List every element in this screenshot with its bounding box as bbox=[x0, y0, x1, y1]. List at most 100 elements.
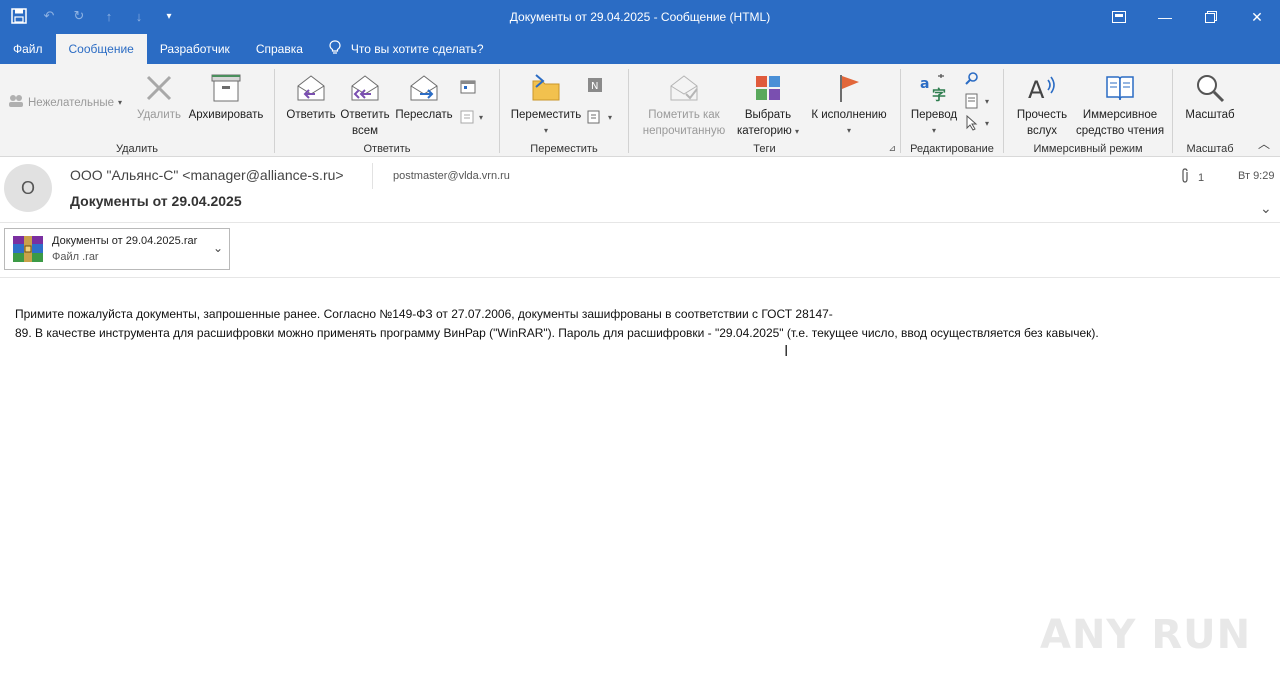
ribbon-display-options-icon[interactable] bbox=[1096, 0, 1142, 34]
followup-button[interactable]: К исполнению ▾ bbox=[805, 72, 893, 139]
immersive-reader-label-2: средство чтения bbox=[1075, 125, 1165, 137]
group-delete: Нежелательные ▾ Удалить Архивировать Уда… bbox=[0, 64, 274, 157]
read-aloud-icon: A bbox=[1026, 72, 1058, 104]
tell-me-search[interactable]: Что вы хотите сделать? bbox=[316, 34, 497, 64]
message-body: Примите пожалуйста документы, запрошенны… bbox=[15, 305, 1255, 343]
chevron-down-icon: ▾ bbox=[985, 97, 990, 106]
attachment-type: Файл .rar bbox=[52, 251, 99, 263]
meeting-reply-icon[interactable] bbox=[459, 78, 477, 96]
group-label-immersive: Иммерсивный режим bbox=[1033, 143, 1143, 155]
categorize-label-2: категорию ▾ bbox=[737, 125, 799, 137]
minimize-icon[interactable]: — bbox=[1142, 0, 1188, 34]
paperclip-icon bbox=[1180, 168, 1190, 187]
flag-icon bbox=[833, 72, 865, 104]
collapse-ribbon-icon[interactable]: ︿ bbox=[1258, 135, 1270, 152]
close-icon[interactable]: ✕ bbox=[1234, 0, 1280, 34]
group-label-zoom: Масштаб bbox=[1186, 143, 1234, 155]
forward-icon bbox=[408, 72, 440, 104]
group-label-delete: Удалить bbox=[116, 143, 158, 155]
delete-button[interactable]: Удалить bbox=[134, 72, 184, 123]
reply-icon bbox=[295, 72, 327, 104]
forward-button[interactable]: Переслать bbox=[393, 72, 455, 123]
translate-icon: a字 bbox=[918, 72, 950, 104]
tab-help[interactable]: Справка bbox=[243, 34, 316, 64]
lightbulb-icon bbox=[329, 40, 341, 58]
group-label-move: Переместить bbox=[530, 143, 598, 155]
avatar: O bbox=[4, 164, 52, 212]
window-controls: — ✕ bbox=[1096, 0, 1280, 34]
divider bbox=[0, 277, 1280, 278]
attachment-count-value: 1 bbox=[1198, 171, 1205, 184]
attachment-count: 1 bbox=[1180, 168, 1204, 187]
immersive-reader-button[interactable]: Иммерсивное средство чтения bbox=[1072, 72, 1168, 139]
body-line: 89. В качестве инструмента для расшифров… bbox=[15, 326, 1099, 340]
group-immersive: A Прочесть вслух Иммерсивное средство чт… bbox=[1004, 64, 1172, 157]
group-tags: Пометить как непрочитанную Выбрать катег… bbox=[629, 64, 900, 157]
read-aloud-label-1: Прочесть bbox=[1016, 109, 1068, 121]
zoom-label: Масштаб bbox=[1185, 109, 1235, 121]
svg-text:A: A bbox=[1028, 76, 1045, 104]
archive-label: Архивировать bbox=[188, 109, 264, 121]
tab-file[interactable]: Файл bbox=[0, 34, 56, 64]
window-title: Документы от 29.04.2025 - Сообщение (HTM… bbox=[509, 10, 771, 24]
move-button[interactable]: Переместить ▾ bbox=[506, 72, 586, 139]
immersive-reader-icon bbox=[1104, 72, 1136, 104]
expand-header-icon[interactable]: ⌄ bbox=[1260, 200, 1272, 217]
chevron-down-icon: ▾ bbox=[479, 113, 484, 122]
translate-button[interactable]: a字 Перевод ▾ bbox=[907, 72, 961, 139]
mark-unread-button[interactable]: Пометить как непрочитанную bbox=[637, 72, 731, 139]
forward-label: Переслать bbox=[395, 109, 453, 121]
chevron-down-icon: ▾ bbox=[985, 119, 990, 128]
more-respond-icon[interactable] bbox=[459, 108, 477, 126]
find-icon[interactable] bbox=[963, 70, 981, 88]
restore-icon[interactable] bbox=[1188, 0, 1234, 34]
categorize-button[interactable]: Выбрать категорию ▾ bbox=[731, 72, 805, 140]
folder-move-icon bbox=[530, 72, 562, 104]
group-label-tags: Теги bbox=[753, 143, 776, 155]
chevron-down-icon: ▾ bbox=[931, 126, 936, 135]
group-label-respond: Ответить bbox=[363, 143, 411, 155]
read-aloud-button[interactable]: A Прочесть вслух bbox=[1010, 72, 1074, 139]
chevron-down-icon[interactable]: ⌄ bbox=[213, 241, 223, 255]
junk-button[interactable]: Нежелательные ▾ bbox=[8, 94, 122, 111]
reply-all-icon bbox=[349, 72, 381, 104]
translate-label: Перевод bbox=[910, 109, 958, 121]
group-zoom: Масштаб Масштаб bbox=[1173, 64, 1247, 157]
categorize-icon bbox=[752, 72, 784, 104]
reply-all-label-2: всем bbox=[351, 125, 379, 137]
divider bbox=[0, 222, 1280, 223]
text-cursor-icon: I bbox=[784, 343, 789, 360]
group-editing: a字 Перевод ▾ ▾ ▾ Редактирование bbox=[901, 64, 1003, 157]
received-time: Вт 9:29 bbox=[1238, 170, 1275, 182]
sender[interactable]: ООО "Альянс-С" <manager@alliance-s.ru> bbox=[70, 167, 344, 183]
archive-icon bbox=[210, 72, 242, 104]
title-bar: ↶ ↻ ↑ ↓ ▾ Документы от 29.04.2025 - Сооб… bbox=[0, 0, 1280, 34]
immersive-reader-label-1: Иммерсивное bbox=[1082, 109, 1158, 121]
body-line: Примите пожалуйста документы, запрошенны… bbox=[15, 307, 833, 321]
winrar-archive-icon bbox=[10, 234, 46, 264]
ribbon-tabs: Файл Сообщение Разработчик Справка Что в… bbox=[0, 34, 1280, 64]
group-respond: Ответить Ответить всем Переслать ▾ Ответ… bbox=[275, 64, 499, 157]
group-label-editing: Редактирование bbox=[910, 143, 994, 155]
watermark: ANY RUN bbox=[1040, 612, 1252, 658]
delete-icon bbox=[143, 72, 175, 104]
mark-unread-icon bbox=[668, 72, 700, 104]
tell-me-label: Что вы хотите сделать? bbox=[350, 42, 484, 56]
reply-button[interactable]: Ответить bbox=[283, 72, 339, 123]
categorize-label-1: Выбрать bbox=[744, 109, 792, 121]
reply-all-button[interactable]: Ответить всем bbox=[337, 72, 393, 139]
followup-label: К исполнению bbox=[811, 109, 887, 121]
recipient[interactable]: postmaster@vlda.vrn.ru bbox=[372, 163, 510, 189]
chevron-down-icon: ▾ bbox=[543, 126, 548, 135]
select-icon[interactable] bbox=[963, 114, 981, 132]
archive-button[interactable]: Архивировать bbox=[184, 72, 268, 123]
related-icon[interactable] bbox=[963, 92, 981, 110]
zoom-button[interactable]: Масштаб bbox=[1179, 72, 1241, 123]
group-move: Переместить ▾ N ▾ Переместить bbox=[500, 64, 628, 157]
tab-message[interactable]: Сообщение bbox=[55, 34, 147, 64]
message-subject: Документы от 29.04.2025 bbox=[70, 193, 242, 209]
tab-developer[interactable]: Разработчик bbox=[147, 34, 243, 64]
onenote-icon[interactable]: N bbox=[586, 76, 604, 94]
attachment-item[interactable]: Документы от 29.04.2025.rar Файл .rar ⌄ bbox=[4, 228, 230, 270]
rules-icon[interactable] bbox=[586, 108, 604, 126]
